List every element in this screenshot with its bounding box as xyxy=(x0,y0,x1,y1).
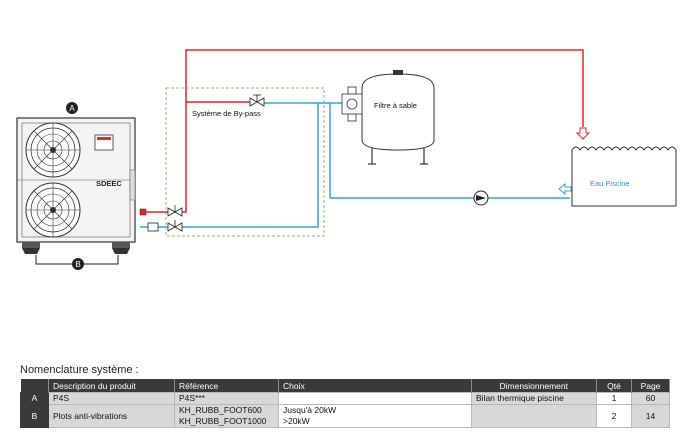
nomenclature-table: Description du produit Référence Choix D… xyxy=(20,379,670,428)
sand-filter: Filtre à sable xyxy=(361,70,435,165)
marker-b: B xyxy=(72,258,84,270)
svg-text:A: A xyxy=(69,104,75,113)
header-qte: Qté xyxy=(596,379,632,393)
cold-water-pipes xyxy=(140,102,570,228)
row-choix: Jusqu'à 20kW >20kW xyxy=(278,404,472,428)
row-letter: B xyxy=(20,404,49,428)
lower-fan-icon xyxy=(25,182,81,238)
outlet-valve-icon xyxy=(167,205,183,217)
heat-pump-unit: SDEEC xyxy=(16,117,136,248)
bypass-valve-icon xyxy=(249,94,265,107)
row-page: 60 xyxy=(631,392,670,405)
table-row: B Plots anti-vibrations KH_RUBB_FOOT600 … xyxy=(20,404,670,428)
header-page: Page xyxy=(631,379,670,393)
inflow-arrow-icon xyxy=(575,127,591,140)
row-dimensionnement xyxy=(471,404,597,428)
header-dimensionnement: Dimensionnement xyxy=(471,379,597,393)
flow-switch-icon xyxy=(147,222,159,232)
table-row: A P4S P4S*** Bilan thermique piscine 1 6… xyxy=(20,392,670,405)
connector-icon xyxy=(139,208,147,216)
choix-line: Jusqu'à 20kW xyxy=(283,405,337,415)
control-panel-icon xyxy=(94,134,114,151)
outflow-arrow-icon xyxy=(558,182,572,196)
pump-icon xyxy=(473,190,489,206)
svg-text:B: B xyxy=(75,260,80,269)
brand-logo: SDEEC xyxy=(96,179,122,188)
pool-label: Eau Piscine xyxy=(590,179,630,188)
inlet-valve-icon xyxy=(167,220,183,232)
row-choix xyxy=(278,392,472,405)
row-reference: KH_RUBB_FOOT600 KH_RUBB_FOOT1000 xyxy=(174,404,279,428)
row-qte: 2 xyxy=(596,404,632,428)
row-description: P4S xyxy=(48,392,175,405)
filter-label: Filtre à sable xyxy=(374,101,417,110)
header-description: Description du produit xyxy=(48,379,175,393)
row-page: 14 xyxy=(631,404,670,428)
marker-a: A xyxy=(66,102,78,114)
reference-line: KH_RUBB_FOOT1000 xyxy=(179,416,267,426)
choix-line: >20kW xyxy=(283,416,310,426)
header-reference: Référence xyxy=(174,379,279,393)
row-description: Plots anti-vibrations xyxy=(48,404,175,428)
upper-fan-icon xyxy=(25,122,81,178)
nomenclature-title: Nomenclature système : xyxy=(20,364,139,376)
row-dimensionnement: Bilan thermique piscine xyxy=(471,392,597,405)
header-letter xyxy=(20,379,49,393)
row-letter: A xyxy=(20,392,49,405)
pool-basin: Eau Piscine xyxy=(571,146,677,207)
row-qte: 1 xyxy=(596,392,632,405)
row-reference: P4S*** xyxy=(174,392,279,405)
installation-diagram: SDEEC A B Système de By-pass Filtre à sa… xyxy=(16,49,677,270)
table-header-row: Description du produit Référence Choix D… xyxy=(20,379,670,393)
reference-line: KH_RUBB_FOOT600 xyxy=(179,405,262,415)
header-choix: Choix xyxy=(278,379,472,393)
bypass-label: Système de By-pass xyxy=(192,109,261,118)
multiport-valve-icon xyxy=(341,86,363,122)
